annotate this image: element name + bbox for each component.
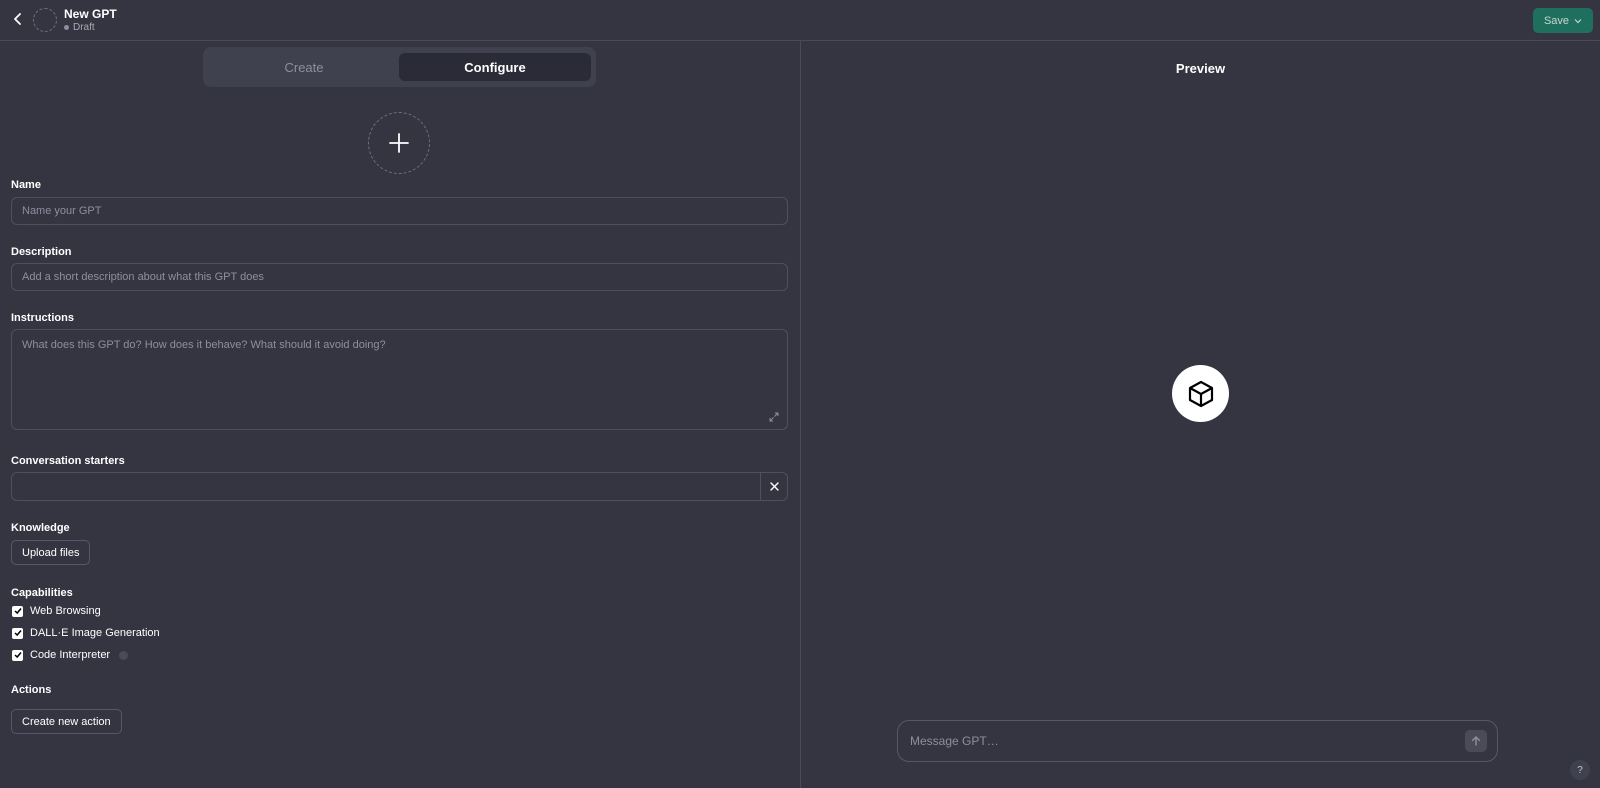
capability-label: DALL·E Image Generation — [30, 627, 160, 639]
instructions-label: Instructions — [11, 312, 74, 324]
dalle-checkbox[interactable] — [12, 627, 23, 639]
capability-label: Code Interpreter — [30, 649, 111, 661]
chevron-down-icon — [1574, 18, 1582, 23]
capabilities-label: Capabilities — [11, 587, 73, 599]
send-button[interactable] — [1465, 730, 1487, 752]
description-label: Description — [11, 246, 72, 258]
name-label: Name — [11, 179, 41, 191]
conversation-starter-row — [11, 472, 788, 501]
knowledge-label: Knowledge — [11, 522, 70, 534]
close-icon — [769, 482, 779, 491]
create-new-action-button[interactable]: Create new action — [11, 709, 122, 734]
gpt-status: Draft — [64, 22, 95, 33]
description-input[interactable] — [11, 263, 788, 291]
status-dot-icon — [64, 25, 69, 30]
code-interpreter-checkbox[interactable] — [12, 649, 23, 661]
check-icon — [13, 608, 22, 615]
panel-divider — [800, 41, 801, 788]
message-input[interactable] — [910, 721, 1440, 761]
save-label: Save — [1543, 14, 1570, 27]
arrow-up-icon — [1471, 736, 1481, 746]
check-icon — [13, 630, 22, 637]
chevron-left-icon — [14, 13, 21, 25]
status-label: Draft — [73, 22, 95, 33]
top-header: New GPT Draft Save — [0, 0, 1600, 41]
message-composer — [897, 720, 1498, 762]
actions-label: Actions — [11, 684, 52, 696]
capability-code-interpreter[interactable]: Code Interpreter — [12, 649, 129, 661]
back-button[interactable] — [8, 9, 28, 29]
save-button[interactable]: Save — [1533, 8, 1593, 33]
avatar-upload-button[interactable] — [368, 112, 430, 174]
help-button[interactable]: ? — [1570, 760, 1590, 780]
check-icon — [13, 652, 22, 659]
instructions-textarea[interactable] — [11, 329, 788, 430]
expand-icon[interactable] — [769, 412, 779, 422]
conversation-starters-label: Conversation starters — [11, 455, 125, 467]
info-icon[interactable] — [119, 650, 129, 660]
capability-web-browsing[interactable]: Web Browsing — [12, 605, 101, 617]
capability-label: Web Browsing — [30, 605, 101, 617]
tab-configure[interactable]: Configure — [399, 53, 591, 81]
gpt-logo — [1172, 365, 1229, 422]
gpt-avatar — [33, 8, 57, 32]
conversation-starter-input[interactable] — [12, 473, 761, 500]
capability-dalle[interactable]: DALL·E Image Generation — [12, 627, 160, 639]
plus-icon — [389, 133, 409, 153]
upload-files-button[interactable]: Upload files — [11, 540, 91, 565]
cube-icon — [1188, 380, 1213, 407]
name-input[interactable] — [11, 197, 788, 225]
gpt-title: New GPT — [64, 7, 117, 21]
mode-tabs: Create Configure — [203, 47, 596, 87]
preview-title: Preview — [1175, 61, 1226, 76]
tab-create[interactable]: Create — [208, 53, 400, 81]
web-browsing-checkbox[interactable] — [12, 605, 23, 617]
remove-starter-button[interactable] — [760, 473, 787, 500]
